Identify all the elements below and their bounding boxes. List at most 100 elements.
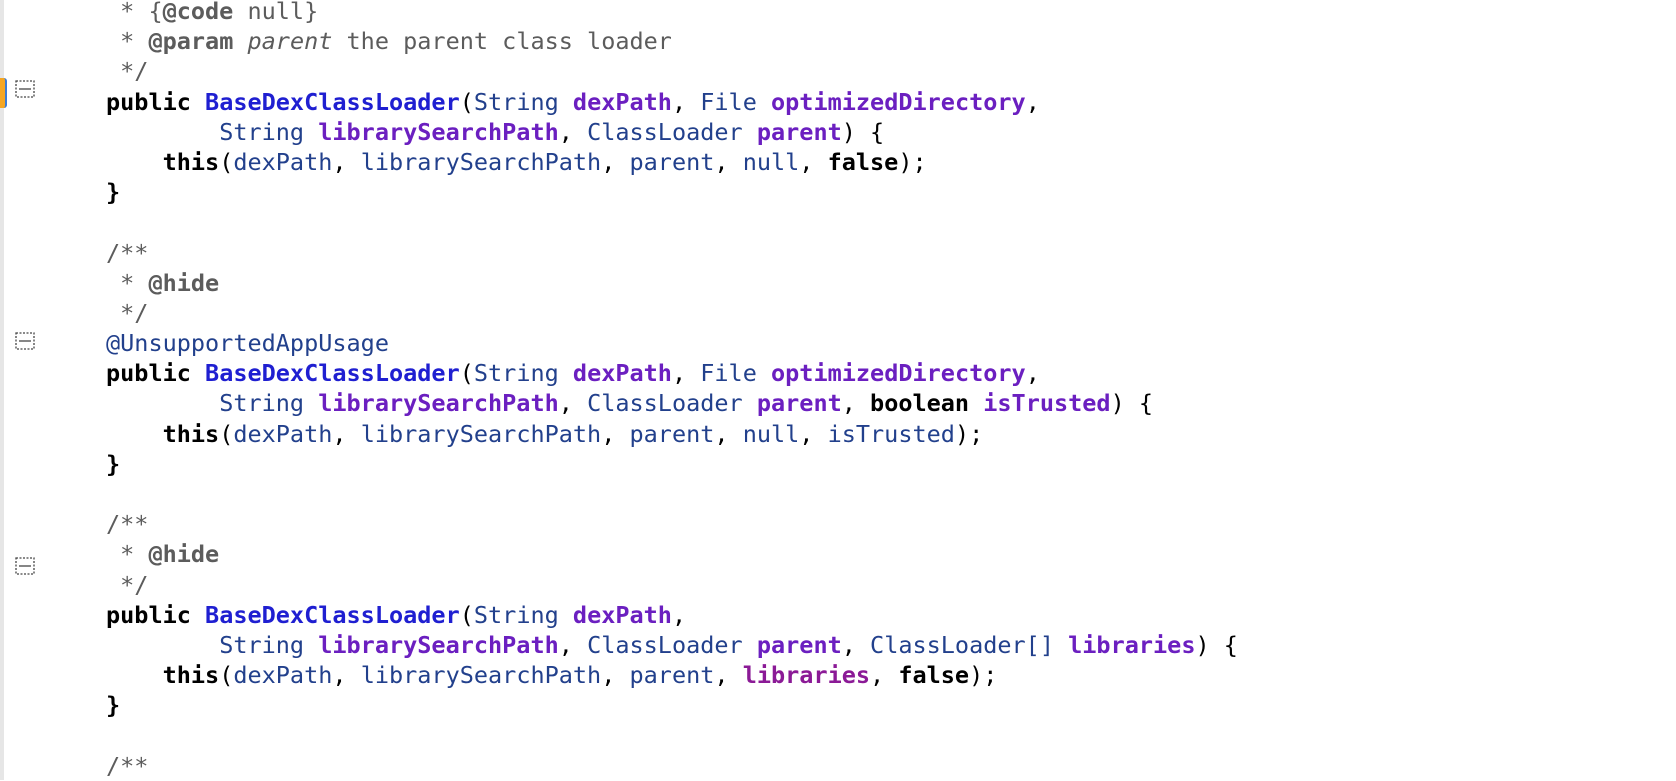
code-line[interactable]: String librarySearchPath, ClassLoader pa… [106, 630, 1238, 660]
code-editor[interactable]: * {@code null} * @param parent the paren… [106, 0, 1238, 781]
code-token: @hide [148, 540, 220, 569]
code-token: ( [459, 359, 474, 388]
code-token: @hide [148, 268, 220, 297]
code-token: , [714, 147, 743, 176]
code-line[interactable]: ​ [106, 479, 1238, 509]
code-line[interactable]: @UnsupportedAppUsage [106, 328, 1238, 358]
code-token: parent [756, 117, 842, 146]
code-line[interactable]: */ [106, 570, 1238, 600]
code-token: dexPath [233, 419, 333, 448]
code-token: */ [106, 570, 149, 599]
code-line[interactable]: this(dexPath, librarySearchPath, parent,… [106, 419, 1238, 449]
code-token: ) { [1195, 630, 1238, 659]
code-token: isTrusted [983, 389, 1111, 418]
code-token: String [473, 600, 559, 629]
code-line[interactable]: * @hide [106, 539, 1238, 569]
code-token: parent [629, 419, 715, 448]
code-token: parent [247, 27, 333, 56]
code-token: } [106, 449, 121, 478]
code-line[interactable]: /** [106, 751, 1238, 781]
code-line[interactable]: String librarySearchPath, ClassLoader pa… [106, 388, 1238, 418]
code-line[interactable]: * @param parent the parent class loader [106, 26, 1238, 56]
code-token: } [106, 691, 121, 720]
code-token: ); [969, 661, 998, 690]
code-token: , [799, 419, 828, 448]
code-token: false [898, 661, 970, 690]
code-line[interactable]: this(dexPath, librarySearchPath, parent,… [106, 147, 1238, 177]
code-line[interactable]: public BaseDexClassLoader(String dexPath… [106, 87, 1238, 117]
code-token: , [558, 630, 588, 659]
code-line[interactable]: * @hide [106, 268, 1238, 298]
code-token: librarySearchPath [318, 389, 559, 418]
code-line[interactable]: String librarySearchPath, ClassLoader pa… [106, 117, 1238, 147]
code-token: librarySearchPath [318, 117, 559, 146]
code-token: ClassLoader [587, 389, 743, 418]
code-token: null [742, 147, 800, 176]
code-token: ClassLoader [587, 630, 743, 659]
fold-collapse-icon[interactable] [15, 557, 35, 575]
code-token: String [473, 359, 559, 388]
code-line[interactable]: ​ [106, 207, 1238, 237]
code-token: String [219, 117, 305, 146]
code-token: ClassLoader [587, 117, 743, 146]
code-token: ); [954, 419, 984, 448]
code-token: , [558, 117, 588, 146]
code-token: String [473, 87, 559, 116]
code-line[interactable]: } [106, 449, 1238, 479]
code-line[interactable]: } [106, 177, 1238, 207]
code-token: , [1025, 359, 1040, 388]
code-token: optimizedDirectory [771, 87, 1026, 116]
code-token: * [106, 268, 149, 297]
code-token: BaseDexClassLoader [205, 87, 460, 116]
code-line[interactable]: /** [106, 509, 1238, 539]
code-token: BaseDexClassLoader [205, 600, 460, 629]
code-token: , [558, 389, 588, 418]
code-token: ( [459, 87, 474, 116]
code-token: */ [106, 57, 149, 86]
code-line[interactable]: this(dexPath, librarySearchPath, parent,… [106, 660, 1238, 690]
code-token: isTrusted [827, 419, 955, 448]
code-token: dexPath [572, 87, 672, 116]
code-token: BaseDexClassLoader [205, 359, 460, 388]
code-token: * { [106, 0, 163, 25]
code-token: ( [219, 661, 234, 690]
code-token: parent [756, 389, 842, 418]
code-token: libraries [742, 661, 871, 690]
code-line[interactable]: /** [106, 238, 1238, 268]
code-line[interactable]: public BaseDexClassLoader(String dexPath… [106, 358, 1238, 388]
code-token: ); [898, 147, 927, 176]
code-token: , [671, 600, 687, 629]
code-token: ( [219, 147, 234, 176]
code-line[interactable]: ​ [106, 721, 1238, 751]
code-token: ) { [1110, 389, 1154, 418]
code-token: null} [233, 0, 319, 25]
fold-collapse-icon[interactable] [15, 80, 35, 98]
code-token: ( [219, 419, 234, 448]
code-token: , [601, 147, 630, 176]
code-token: , [1025, 87, 1040, 116]
code-token: String [219, 389, 305, 418]
code-token: the parent class loader [332, 27, 672, 56]
fold-collapse-icon[interactable] [15, 332, 35, 350]
code-token: /** [106, 751, 149, 780]
code-token: @UnsupportedAppUsage [106, 329, 389, 358]
code-token: , [714, 419, 743, 448]
code-line[interactable]: public BaseDexClassLoader(String dexPath… [106, 600, 1238, 630]
code-token: ) { [841, 117, 885, 146]
code-token: , [714, 661, 743, 690]
code-line[interactable]: */ [106, 298, 1238, 328]
code-token: , [332, 661, 361, 690]
code-line[interactable]: * {@code null} [106, 0, 1238, 26]
code-line[interactable]: } [106, 690, 1238, 720]
code-token: optimizedDirectory [771, 359, 1026, 388]
code-token: , [601, 661, 630, 690]
code-line[interactable]: */ [106, 56, 1238, 86]
